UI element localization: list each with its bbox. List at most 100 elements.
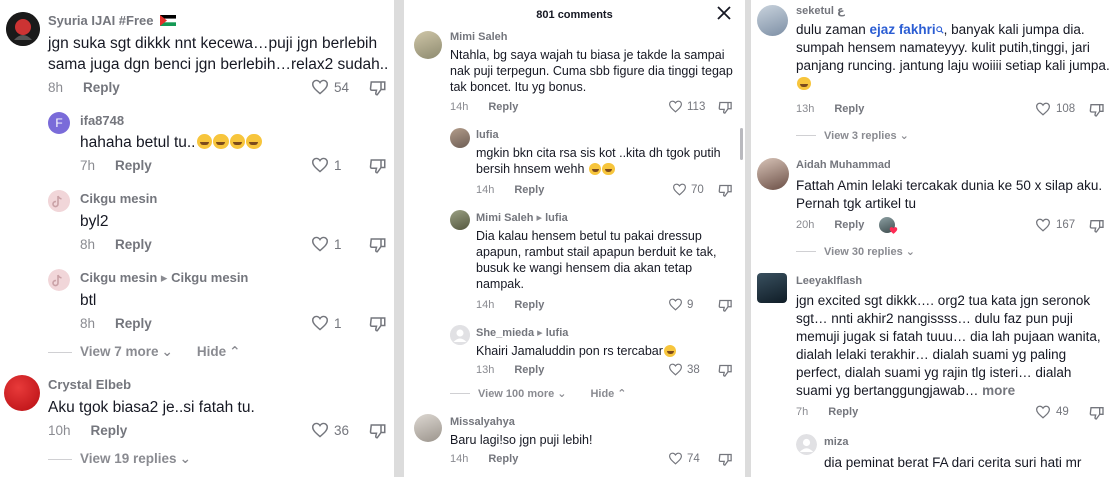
view-replies-button[interactable]: View 19 replies ⌄ [80, 451, 191, 467]
like-button[interactable]: 113 [668, 100, 705, 113]
laughing-emoji-icon [213, 133, 229, 149]
username[interactable]: Missalyahya [450, 416, 515, 428]
like-button[interactable]: 36 [311, 422, 349, 438]
username[interactable]: Cikgu mesin [80, 191, 157, 206]
username[interactable]: Mimi Saleh ▸ lufia [476, 211, 568, 224]
username[interactable]: She_mieda ▸ lufia [476, 326, 568, 339]
hide-button[interactable]: Hide ⌃ [197, 344, 241, 360]
like-button[interactable]: 1 [311, 236, 342, 252]
reply-button[interactable]: Reply [115, 316, 152, 331]
reply-button[interactable]: Reply [115, 158, 152, 173]
avatar[interactable] [414, 31, 442, 59]
reply-button[interactable]: Reply [514, 364, 544, 376]
reply-button[interactable]: Reply [488, 453, 518, 465]
timestamp: 8h [80, 316, 96, 331]
like-count: 54 [334, 79, 350, 95]
reply-to-username[interactable]: lufia [545, 212, 568, 224]
dislike-icon[interactable] [1089, 405, 1105, 421]
view-replies-button[interactable]: View 3 replies ⌄ [824, 129, 909, 142]
like-button[interactable]: 70 [672, 183, 704, 196]
username[interactable]: ifa8748 [80, 113, 124, 128]
like-button[interactable]: 49 [1035, 405, 1069, 419]
more-button[interactable]: more [982, 383, 1015, 398]
like-button[interactable]: 38 [668, 363, 700, 376]
like-button[interactable]: 54 [311, 79, 349, 95]
avatar[interactable] [450, 210, 470, 230]
avatar[interactable] [6, 12, 40, 46]
dislike-icon[interactable] [369, 236, 387, 254]
view-more-button[interactable]: View 7 more ⌄ [80, 344, 173, 360]
avatar[interactable] [757, 273, 787, 303]
divider [48, 458, 72, 460]
reply-button[interactable]: Reply [828, 406, 858, 418]
avatar[interactable] [48, 190, 70, 212]
avatar[interactable] [450, 128, 470, 148]
close-icon[interactable] [717, 6, 731, 20]
heart-icon [668, 100, 683, 113]
avatar[interactable] [4, 375, 40, 411]
dislike-icon[interactable] [369, 422, 387, 440]
username[interactable]: Aidah Muhammad [796, 159, 891, 171]
reply-button[interactable]: Reply [91, 423, 128, 438]
reply-button[interactable]: Reply [115, 237, 152, 252]
avatar[interactable] [757, 158, 789, 190]
view-more-button[interactable]: View 100 more ⌄ [478, 387, 566, 400]
username[interactable]: seketul ع [796, 4, 845, 17]
username[interactable]: Mimi Saleh [450, 31, 507, 43]
like-button[interactable]: 1 [311, 157, 342, 173]
avatar[interactable]: F [48, 112, 70, 134]
comment-text-body: hahaha betul tu.. [80, 134, 196, 151]
scrollbar[interactable] [740, 128, 743, 160]
like-button[interactable]: 108 [1035, 102, 1075, 116]
avatar[interactable] [796, 434, 817, 455]
reply-button[interactable]: Reply [834, 103, 864, 115]
username[interactable]: Crystal Elbeb [48, 377, 131, 392]
view-replies-label: View 3 replies [824, 130, 897, 142]
avatar[interactable] [48, 269, 70, 291]
heart-icon [311, 422, 329, 438]
dislike-icon[interactable] [1089, 218, 1105, 234]
dislike-icon[interactable] [718, 452, 733, 467]
heart-icon [311, 315, 329, 331]
reply-to-username[interactable]: lufia [546, 327, 569, 339]
comment-meta: 14h Reply [450, 101, 518, 113]
avatar[interactable] [450, 325, 470, 345]
username[interactable]: Cikgu mesin ▸ Cikgu mesin [80, 270, 248, 286]
username[interactable]: lufia [476, 129, 499, 141]
dislike-icon[interactable] [1089, 102, 1105, 118]
hide-button[interactable]: Hide ⌃ [590, 387, 626, 400]
like-button[interactable]: 167 [1035, 218, 1075, 232]
dislike-icon[interactable] [369, 157, 387, 175]
comment-meta: 14h Reply [450, 453, 518, 465]
reply-button[interactable]: Reply [514, 184, 544, 196]
username[interactable]: miza [824, 436, 848, 448]
laughing-emoji-icon [246, 133, 262, 149]
timestamp: 8h [80, 237, 96, 252]
like-button[interactable]: 1 [311, 315, 342, 331]
username[interactable]: Leeyaklflash [796, 275, 862, 287]
view-replies-button[interactable]: View 30 replies ⌄ [824, 245, 915, 258]
dislike-icon[interactable] [718, 363, 733, 378]
view-replies-row: View 19 replies ⌄ [48, 451, 191, 467]
username-text: seketul [796, 5, 834, 17]
user-mention-link[interactable]: ejaz fakhri [870, 22, 936, 37]
like-count: 167 [1056, 219, 1076, 231]
reply-to-username[interactable]: Cikgu mesin [171, 270, 248, 285]
heart-icon [672, 183, 687, 196]
dislike-icon[interactable] [718, 183, 733, 198]
like-button[interactable]: 74 [668, 452, 700, 465]
reply-button[interactable]: Reply [488, 101, 518, 113]
dislike-icon[interactable] [369, 79, 387, 97]
like-button[interactable]: 9 [668, 298, 693, 311]
dislike-icon[interactable] [718, 100, 733, 115]
dislike-icon[interactable] [718, 298, 733, 313]
search-icon[interactable] [935, 26, 944, 34]
avatar[interactable] [414, 414, 442, 442]
reply-button[interactable]: Reply [514, 299, 544, 311]
reply-button[interactable]: Reply [83, 80, 120, 95]
username[interactable]: Syuria IJAI #Free [48, 13, 177, 28]
avatar[interactable] [757, 5, 788, 36]
dislike-icon[interactable] [369, 315, 387, 333]
chevron-down-icon: ⌄ [161, 344, 173, 359]
reply-button[interactable]: Reply [834, 219, 864, 231]
